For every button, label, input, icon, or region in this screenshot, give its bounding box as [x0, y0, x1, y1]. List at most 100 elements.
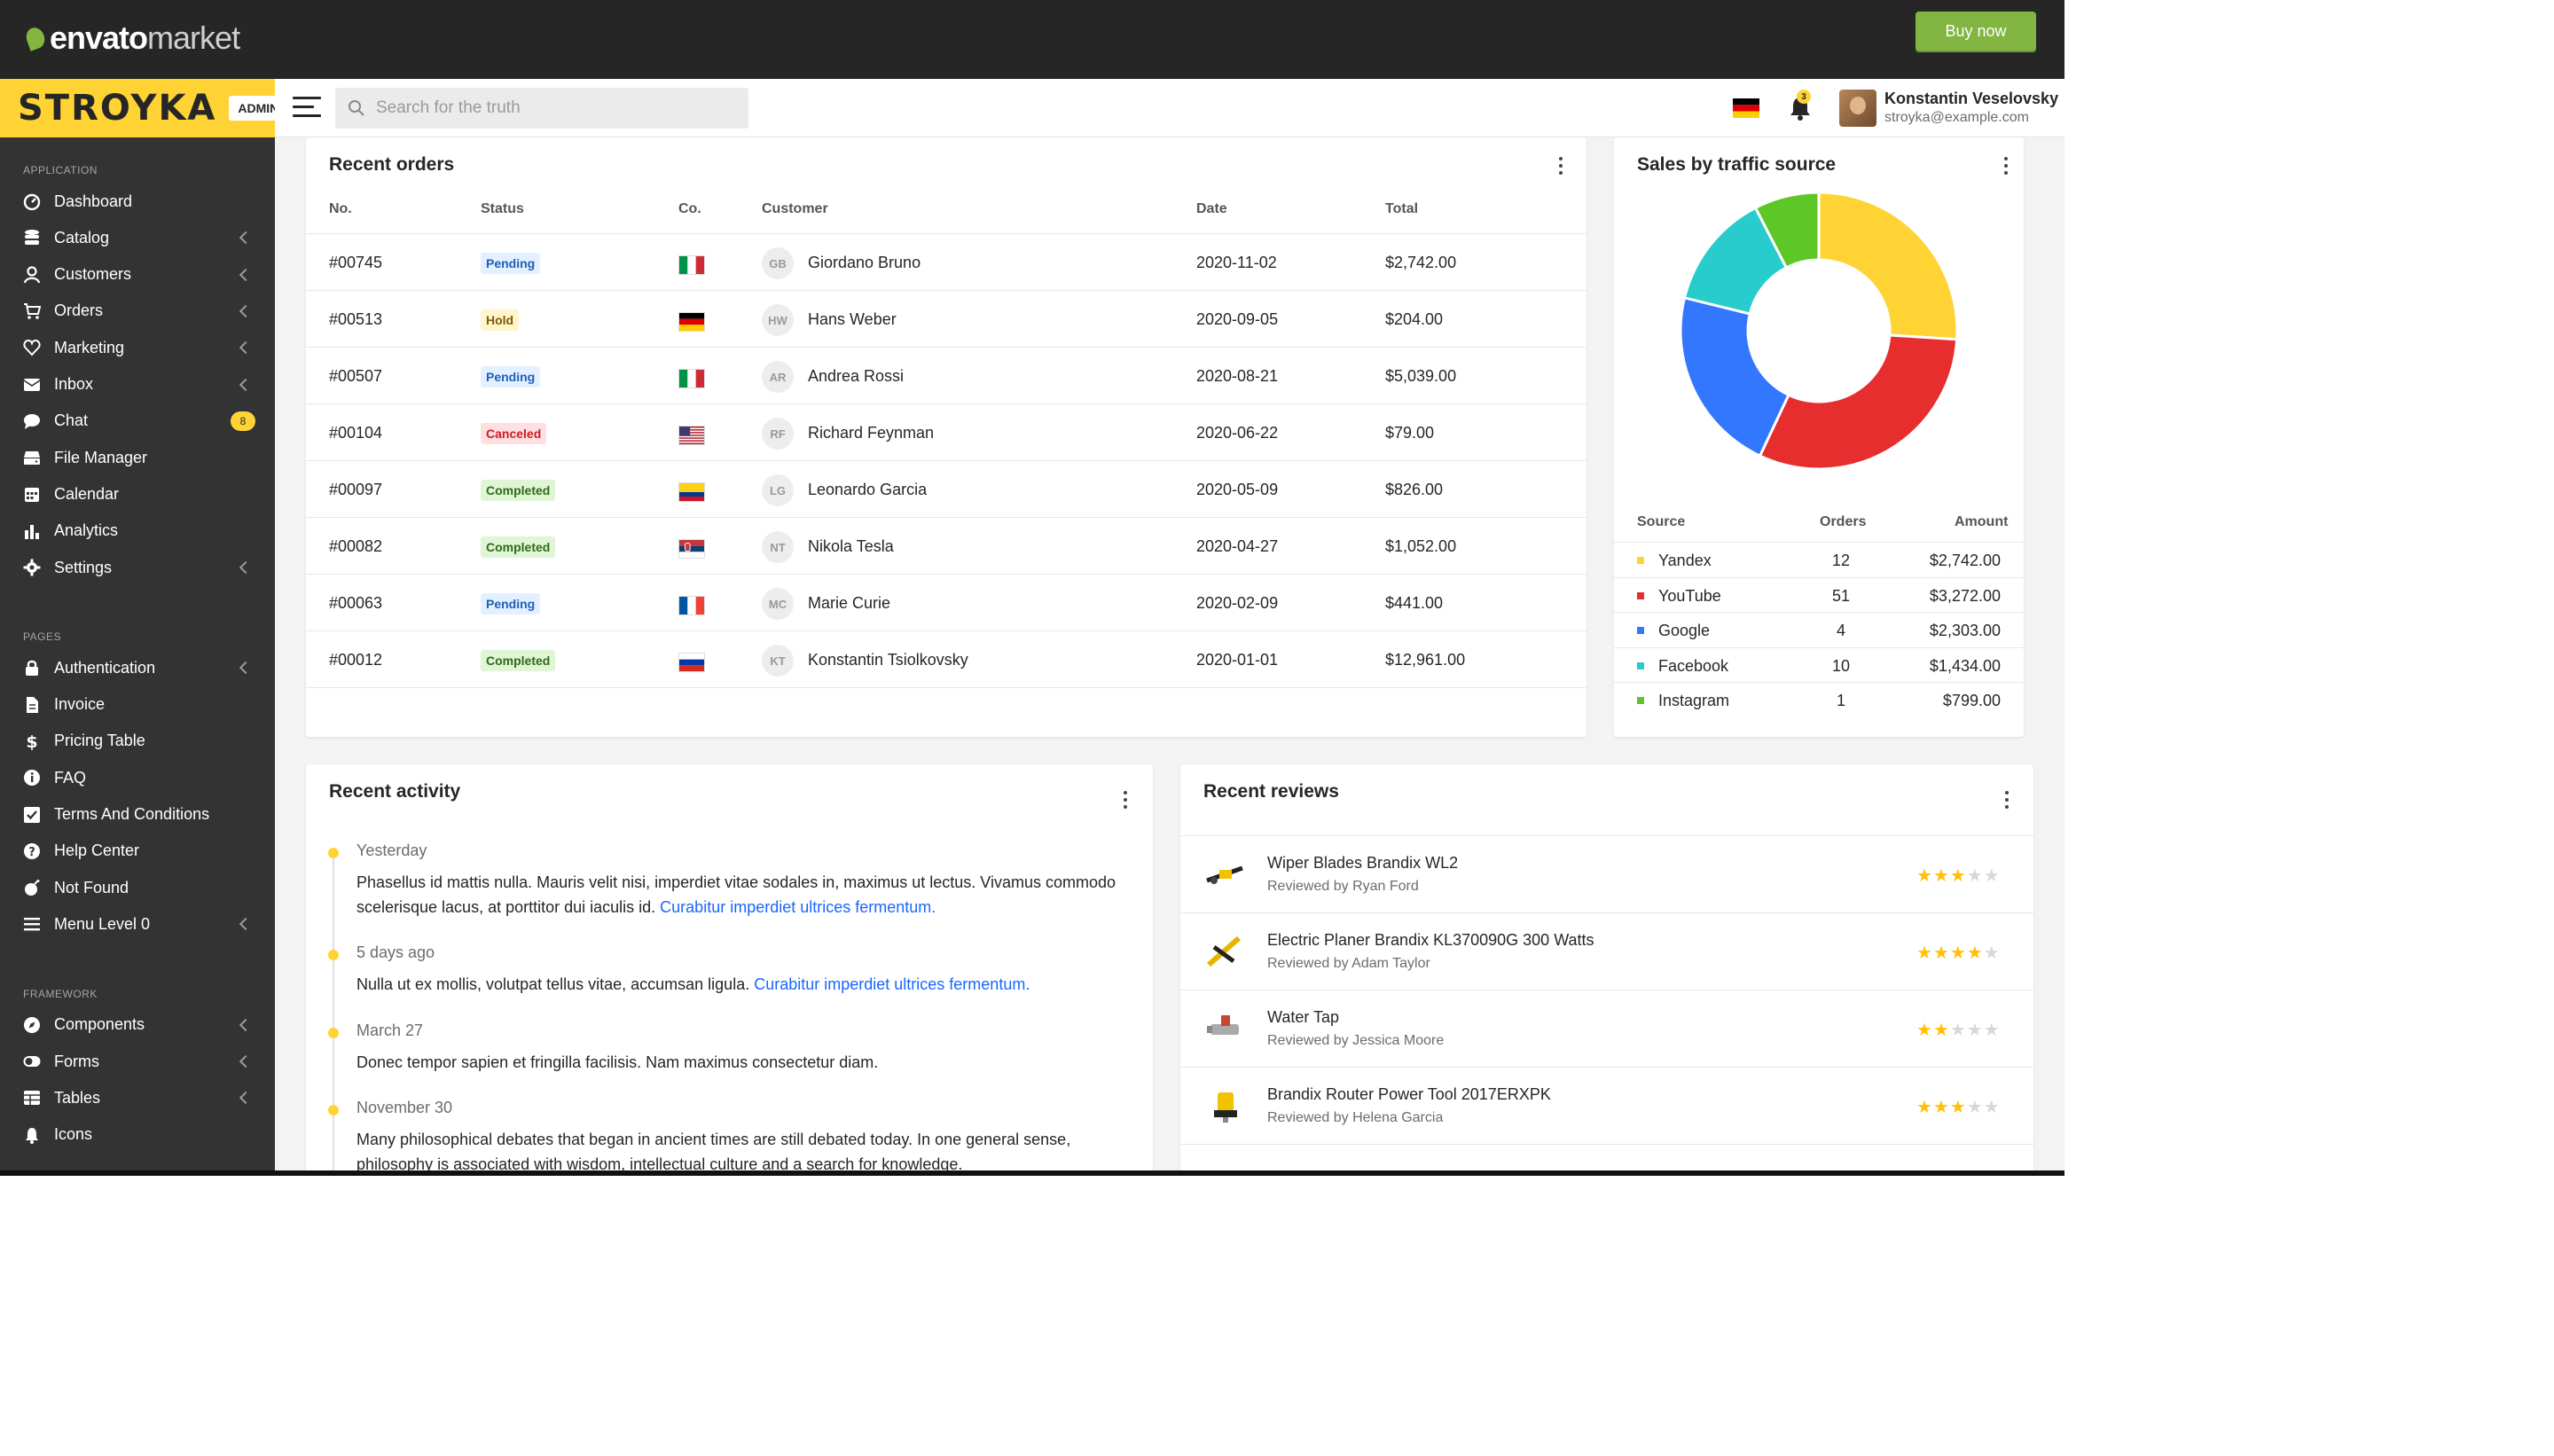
sidebar-item-analytics[interactable]: Analytics — [0, 513, 275, 549]
traffic-source: Google — [1658, 622, 1711, 639]
sidebar-item-orders[interactable]: Orders — [0, 294, 275, 329]
customer-name[interactable]: Konstantin Tsiolkovsky — [808, 651, 968, 669]
activity-link[interactable]: Curabitur imperdiet ultrices fermentum. — [754, 975, 1030, 993]
chevron-left-icon — [239, 378, 253, 391]
traffic-source-title: Sales by traffic source — [1637, 154, 1837, 175]
menu-toggle-button[interactable] — [293, 97, 321, 120]
review-by-prefix: Reviewed by — [1267, 879, 1349, 894]
search-input[interactable] — [376, 98, 731, 118]
user-avatar[interactable] — [1839, 90, 1876, 127]
sidebar-item-menu-level-0[interactable]: Menu Level 0 — [0, 906, 275, 942]
review-product-name[interactable]: Water Tap — [1267, 1008, 1339, 1027]
traffic-amount: $1,434.00 — [1929, 656, 2001, 675]
donut-slice-youtube[interactable] — [1758, 333, 1959, 471]
document-icon — [23, 696, 41, 714]
star-empty-icon: ★ — [1983, 943, 2001, 963]
sidebar-item-components[interactable]: Components — [0, 1007, 275, 1043]
sidebar-item-file-manager[interactable]: File Manager — [0, 440, 275, 475]
col-header-date[interactable]: Date — [1196, 201, 1227, 217]
sidebar-item-label: File Manager — [54, 448, 148, 466]
chat-icon — [23, 412, 41, 430]
review-row[interactable]: Wiper Blades Brandix WL2 Reviewed by Ryan… — [1180, 835, 2033, 912]
table-row[interactable]: #00097 Completed LG Leonardo Garcia 2020-05-… — [306, 460, 1586, 517]
star-filled-icon: ★ — [1932, 1098, 1950, 1117]
sidebar-item-pricing-table[interactable]: $ Pricing Table — [0, 724, 275, 759]
sidebar-item-help-center[interactable]: ? Help Center — [0, 834, 275, 869]
order-date: 2020-06-22 — [1196, 424, 1279, 442]
customer-avatar: KT — [762, 645, 794, 677]
order-number[interactable]: #00745 — [329, 254, 382, 272]
question-icon: ? — [23, 842, 41, 860]
review-product-name[interactable]: Brandix Router Power Tool 2017ERXPK — [1267, 1085, 1551, 1104]
sidebar-item-calendar[interactable]: Calendar — [0, 476, 275, 512]
donut-slice-yandex[interactable] — [1817, 191, 1959, 341]
col-header-country[interactable]: Co. — [678, 201, 701, 217]
database-icon — [23, 229, 41, 247]
activity-link[interactable]: Curabitur imperdiet ultrices fermentum. — [660, 898, 936, 916]
recent-orders-more-icon[interactable] — [1559, 157, 1563, 176]
sidebar-item-faq[interactable]: FAQ — [0, 760, 275, 795]
col-header-no[interactable]: No. — [329, 201, 352, 217]
col-header-status[interactable]: Status — [481, 201, 524, 217]
order-number[interactable]: #00507 — [329, 367, 382, 386]
col-header-total[interactable]: Total — [1385, 201, 1418, 217]
buy-now-button[interactable]: Buy now — [1916, 12, 2036, 51]
sidebar-item-settings[interactable]: Settings — [0, 550, 275, 585]
language-flag-de[interactable] — [1733, 98, 1759, 118]
customer-name[interactable]: Giordano Bruno — [808, 254, 921, 272]
sidebar-item-marketing[interactable]: Marketing — [0, 330, 275, 365]
order-number[interactable]: #00097 — [329, 481, 382, 499]
sidebar-item-not-found[interactable]: Not Found — [0, 870, 275, 905]
sidebar-item-customers[interactable]: Customers — [0, 257, 275, 293]
table-row[interactable]: #00082 Completed NT Nikola Tesla 2020-04-27 $… — [306, 517, 1586, 574]
reviews-more-icon[interactable] — [2005, 791, 2009, 810]
review-product-name[interactable]: Wiper Blades Brandix WL2 — [1267, 854, 1458, 873]
traffic-more-icon[interactable] — [2004, 157, 2008, 176]
order-number[interactable]: #00082 — [329, 537, 382, 556]
table-row[interactable]: #00745 Pending GB Giordano Bruno 2020-11-02 $… — [306, 233, 1586, 290]
search-icon — [349, 100, 364, 116]
table-row[interactable]: #00063 Pending MC Marie Curie 2020-02-09 $441… — [306, 574, 1586, 630]
activity-more-icon[interactable] — [1124, 791, 1127, 810]
customer-name[interactable]: Nikola Tesla — [808, 537, 894, 556]
order-number[interactable]: #00104 — [329, 424, 382, 442]
review-row[interactable]: Electric Planer Brandix KL370090G 300 Wa… — [1180, 912, 2033, 990]
customer-name[interactable]: Marie Curie — [808, 594, 890, 613]
review-row[interactable]: Brandix Router Power Tool 2017ERXPK Revie… — [1180, 1067, 2033, 1144]
sidebar-item-invoice[interactable]: Invoice — [0, 687, 275, 723]
sidebar-item-tables[interactable]: Tables — [0, 1080, 275, 1115]
donut-slice-google[interactable] — [1679, 295, 1790, 458]
sidebar-item-label: Analytics — [54, 521, 119, 540]
table-row[interactable]: #00104 Canceled RF Richard Feynman 2020-06-2… — [306, 403, 1586, 460]
table-row[interactable]: #00507 Pending AR Andrea Rossi 2020-08-21 $5,… — [306, 347, 1586, 403]
order-number[interactable]: #00063 — [329, 594, 382, 613]
review-row[interactable]: Water Tap Reviewed by Jessica Moore ★★★★★ — [1180, 990, 2033, 1067]
sidebar-item-authentication[interactable]: Authentication — [0, 650, 275, 685]
brand-logo[interactable]: STROYKA ADMIN — [0, 79, 288, 137]
sidebar-item-catalog[interactable]: Catalog — [0, 220, 275, 255]
sidebar-item-forms[interactable]: Forms — [0, 1044, 275, 1079]
country-flag-de — [678, 312, 705, 332]
activity-body: Nulla ut ex mollis, volutpat tellus vita… — [356, 975, 755, 993]
sidebar-item-inbox[interactable]: Inbox — [0, 367, 275, 403]
sidebar-item-terms-and-conditions[interactable]: Terms And Conditions — [0, 797, 275, 833]
order-total: $1,052.00 — [1385, 537, 1457, 555]
customer-avatar: GB — [762, 247, 794, 279]
col-header-customer[interactable]: Customer — [762, 201, 828, 217]
sidebar-item-chat[interactable]: Chat 8 — [0, 403, 275, 439]
star-filled-icon: ★ — [1949, 943, 1967, 963]
envato-logo[interactable]: envato market — [23, 20, 240, 57]
table-row[interactable]: #00012 Completed KT Konstantin Tsiolkovsky 2… — [306, 630, 1586, 687]
customer-name[interactable]: Andrea Rossi — [808, 367, 904, 386]
customer-name[interactable]: Richard Feynman — [808, 424, 934, 442]
customer-avatar: MC — [762, 588, 794, 620]
review-product-name[interactable]: Electric Planer Brandix KL370090G 300 Wa… — [1267, 931, 1594, 950]
user-name[interactable]: Konstantin Veselovsky — [1884, 90, 2058, 108]
customer-name[interactable]: Hans Weber — [808, 310, 897, 329]
customer-name[interactable]: Leonardo Garcia — [808, 481, 927, 499]
order-number[interactable]: #00012 — [329, 651, 382, 669]
order-number[interactable]: #00513 — [329, 310, 382, 329]
table-row[interactable]: #00513 Hold HW Hans Weber 2020-09-05 $204.00 — [306, 290, 1586, 347]
sidebar-item-dashboard[interactable]: Dashboard — [0, 184, 275, 219]
sidebar-item-icons[interactable]: Icons — [0, 1117, 275, 1153]
